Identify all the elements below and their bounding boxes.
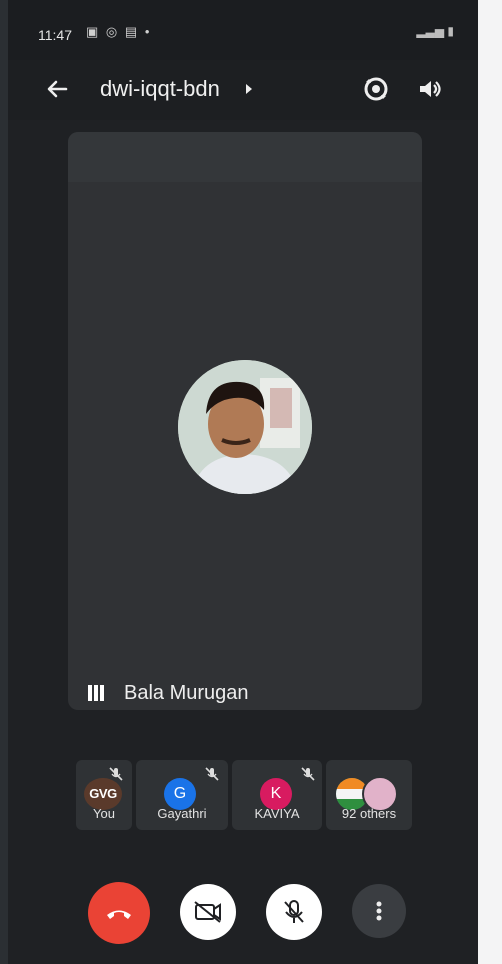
status-dot: •	[144, 24, 152, 39]
battery-icon: ▮	[447, 24, 454, 38]
audio-level-icon	[88, 685, 104, 701]
meet-call-screen: 11:47 ▣ ◎ ▤ • ▂▃▅ ▮ dwi-iqqt-bdn Bala Mu…	[8, 0, 478, 964]
background-left-edge	[0, 0, 8, 964]
message-notification-icon: ▤	[124, 24, 140, 39]
back-arrow-icon[interactable]	[44, 76, 70, 102]
image-notification-icon: ▣	[86, 24, 101, 39]
system-icons: ▂▃▅ ▮	[416, 24, 454, 38]
more-options-button[interactable]	[352, 884, 406, 938]
background-app-edge	[478, 0, 502, 964]
participant-name: KAVIYA	[254, 806, 300, 821]
chevron-right-icon[interactable]	[244, 82, 254, 96]
tile-top-band	[68, 132, 422, 182]
mic-off-icon	[284, 900, 304, 923]
mic-muted-icon	[301, 767, 315, 781]
switch-camera-icon[interactable]	[360, 73, 392, 105]
hang-up-icon	[107, 910, 131, 919]
participant-tile-kaviya[interactable]: K KAVIYA	[232, 760, 322, 830]
call-controls	[8, 880, 478, 950]
profile-photo	[178, 360, 312, 494]
mic-toggle-button[interactable]	[266, 884, 322, 940]
participant-name: 92 others	[341, 806, 397, 821]
status-time: 11:47	[38, 27, 72, 43]
participant-name: Gayathri	[157, 806, 207, 821]
whatsapp-notification-icon: ◎	[105, 24, 120, 39]
active-speaker-tile[interactable]: Bala Murugan	[68, 132, 422, 710]
meeting-code-title[interactable]: dwi-iqqt-bdn	[100, 76, 220, 102]
camera-toggle-button[interactable]	[180, 884, 236, 940]
mic-muted-icon	[205, 767, 219, 781]
camera-off-icon	[194, 901, 221, 923]
app-bar: dwi-iqqt-bdn	[8, 60, 478, 120]
speaker-name: Bala Murugan	[124, 682, 249, 704]
end-call-button[interactable]	[88, 882, 150, 944]
speaker-icon[interactable]	[416, 75, 444, 103]
speaker-avatar	[178, 360, 312, 494]
participant-tile-gayathri[interactable]: G Gayathri	[136, 760, 228, 830]
participant-tile-others[interactable]: 92 others	[326, 760, 412, 830]
signal-icon: ▂▃▅	[416, 24, 445, 38]
more-vert-icon	[376, 901, 382, 921]
participant-name: You	[93, 806, 115, 821]
notification-icons: ▣ ◎ ▤ •	[86, 24, 151, 40]
participant-tile-you[interactable]: GVG You	[76, 760, 132, 830]
